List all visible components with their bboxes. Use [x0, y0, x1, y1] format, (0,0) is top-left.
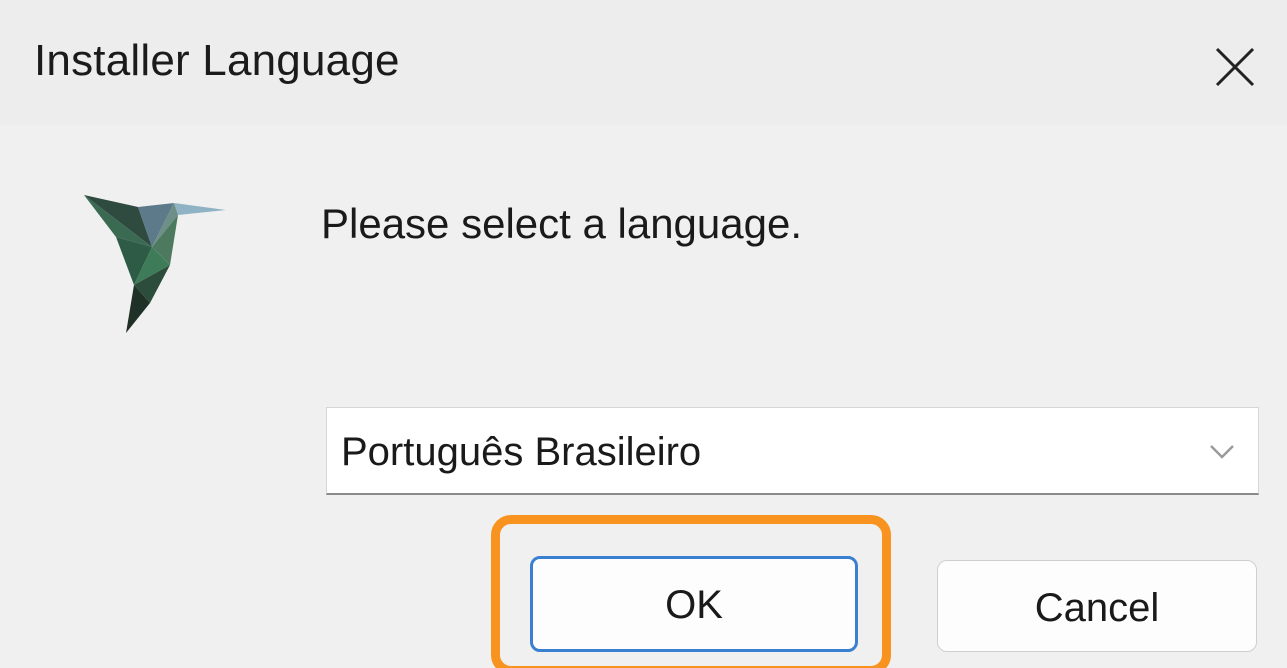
language-select[interactable]: Português Brasileiro [326, 407, 1259, 495]
close-button[interactable] [1190, 22, 1280, 112]
window-title: Installer Language [34, 36, 400, 85]
close-icon [1215, 47, 1255, 87]
ok-button[interactable]: OK [530, 556, 858, 652]
installer-language-dialog: Installer Language Please select a langu… [0, 0, 1287, 668]
chevron-down-icon [1210, 445, 1234, 459]
language-select-value: Português Brasileiro [341, 430, 702, 474]
hummingbird-logo-icon [84, 195, 226, 333]
title-bar: Installer Language [0, 0, 1287, 125]
cancel-button[interactable]: Cancel [937, 560, 1257, 652]
prompt-text: Please select a language. [321, 200, 803, 247]
